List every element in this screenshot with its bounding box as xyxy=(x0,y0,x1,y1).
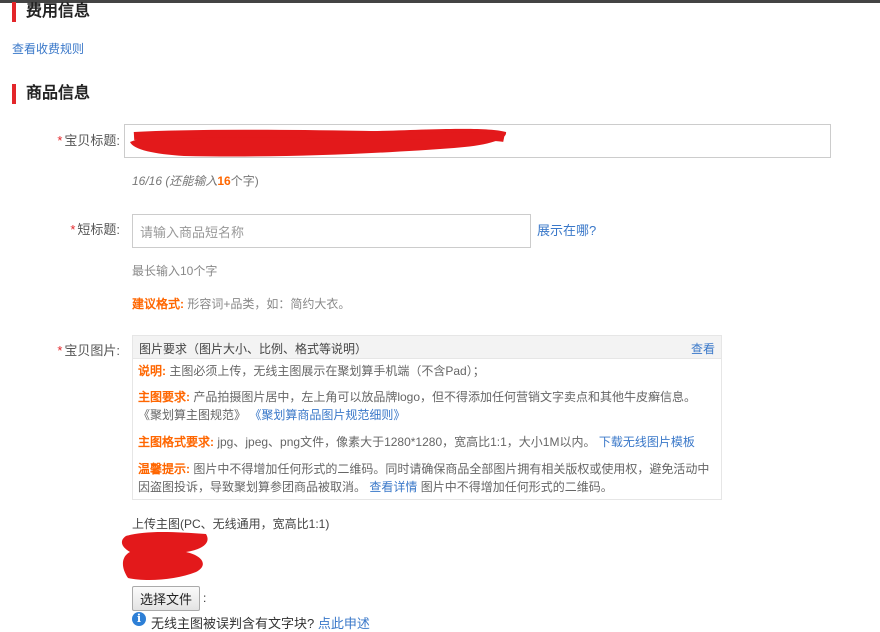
format-requirement: 主图格式要求: jpg、jpeg、png文件，像素大于1280*1280，宽高比… xyxy=(138,435,695,449)
download-template-link[interactable]: 下载无线图片模板 xyxy=(599,435,695,449)
spec-detail-link[interactable]: 《聚划算商品图片规范细则》 xyxy=(249,408,405,422)
image-redaction xyxy=(121,532,208,580)
image-requirements-title: 图片要求（图片大小、比例、格式等说明） xyxy=(139,342,368,356)
image-requirements-view-link[interactable]: 查看 xyxy=(691,340,715,357)
choose-file-colon: : xyxy=(203,591,207,605)
title-counter: 16/16 (还能输入16个字) xyxy=(132,174,259,188)
warm-tip: 温馨提示: 图片中不得增加任何形式的二维码。同时请确保商品全部图片拥有相关版权或… xyxy=(138,462,710,494)
image-requirements-header: 图片要求（图片大小、比例、格式等说明） 查看 xyxy=(133,336,721,359)
fee-section-title: 费用信息 xyxy=(12,2,90,22)
misjudge-line: 无线主图被误判含有文字块? 点此申述 xyxy=(151,616,370,631)
short-title-input[interactable]: 请输入商品短名称 xyxy=(132,214,531,248)
title-redaction xyxy=(130,128,507,157)
main-requirement: 主图要求: 产品拍摄图片居中，左上角可以放品牌logo，但不得添加任何营销文字卖… xyxy=(138,390,697,422)
images-label: * 宝贝图片: xyxy=(57,343,120,358)
short-title-max-hint: 最长输入10个字 xyxy=(132,264,218,278)
fee-rules-link[interactable]: 查看收费规则 xyxy=(12,40,84,57)
info-icon: i xyxy=(132,612,146,626)
title-label: * 宝贝标题: xyxy=(57,133,120,148)
view-details-link[interactable]: 查看详情 xyxy=(369,480,417,494)
note-line: 说明: 主图必须上传，无线主图展示在聚划算手机端（不含Pad）； xyxy=(138,364,485,378)
image-requirements-panel: 图片要求（图片大小、比例、格式等说明） 查看 说明: 主图必须上传，无线主图展示… xyxy=(132,335,722,500)
product-section-title: 商品信息 xyxy=(12,84,90,104)
short-title-suggest: 建议格式: 形容词+品类，如：简约大衣。 xyxy=(132,297,351,311)
short-title-placeholder: 请输入商品短名称 xyxy=(140,224,245,240)
short-title-label: * 短标题: xyxy=(70,222,120,237)
top-divider xyxy=(0,0,880,3)
where-shown-link[interactable]: 展示在哪? xyxy=(537,220,596,239)
choose-file-button[interactable]: 选择文件 xyxy=(132,586,200,611)
